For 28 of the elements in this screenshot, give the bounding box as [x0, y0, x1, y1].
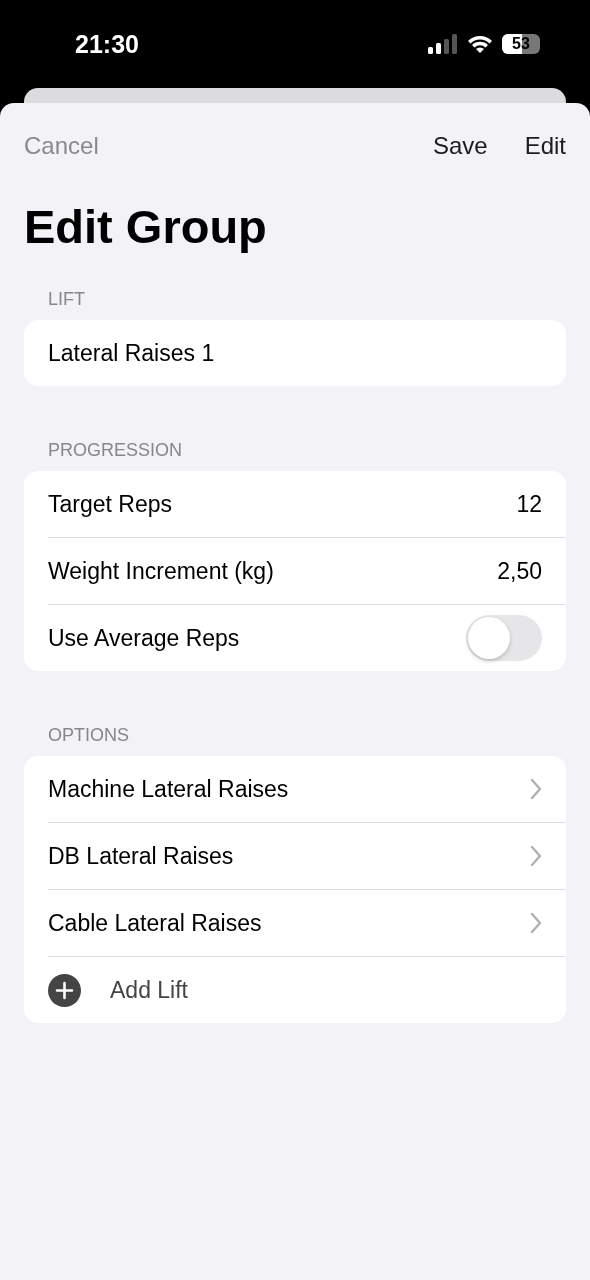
section-header: LIFT [47, 289, 86, 311]
option-row[interactable]: Machine Lateral Raises [48, 756, 566, 822]
option-label: Cable Lateral Raises [48, 909, 262, 937]
plus-circle-icon[interactable] [48, 973, 81, 1007]
edit-button[interactable]: Edit [524, 132, 566, 160]
row-label: Weight Increment (kg) [48, 557, 274, 585]
page-title: Edit Group [24, 199, 268, 255]
chevron-icon [530, 845, 542, 867]
status-time: 21:30 [75, 29, 139, 59]
chevron-icon [530, 912, 542, 934]
signal-icon [428, 34, 458, 54]
save-button[interactable]: Save [432, 132, 488, 160]
add-lift-label[interactable]: Add Lift [110, 976, 188, 1004]
battery-icon: 53 [502, 34, 540, 54]
section-header: OPTIONS [47, 725, 130, 747]
row-label: Target Reps [48, 490, 172, 518]
option-row[interactable]: DB Lateral Raises [48, 822, 566, 889]
row-value[interactable]: 12 [516, 490, 542, 518]
lift-name[interactable]: Lateral Raises 1 [48, 339, 215, 367]
chevron-icon [530, 778, 542, 800]
row-label: Use Average Reps [48, 624, 240, 652]
toggle-switch[interactable] [466, 615, 542, 661]
row-value[interactable]: 2,50 [497, 557, 542, 585]
option-label: DB Lateral Raises [48, 842, 234, 870]
wifi-icon [467, 34, 493, 54]
section-header: PROGRESSION [47, 440, 184, 462]
option-row[interactable]: Cable Lateral Raises [48, 889, 566, 956]
option-label: Machine Lateral Raises [48, 775, 289, 803]
